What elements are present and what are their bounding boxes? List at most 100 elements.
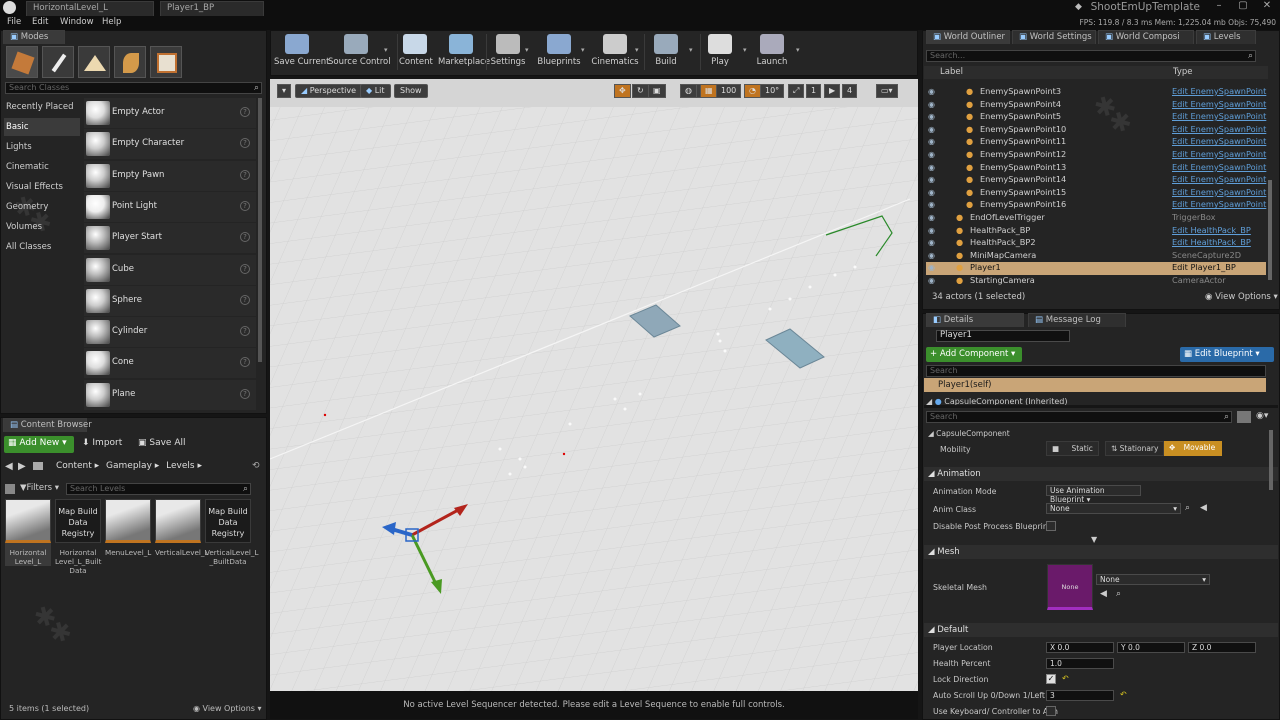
add-component-button[interactable]: + Add Component ▾ xyxy=(926,347,1022,362)
modes-scrollbar[interactable] xyxy=(258,98,262,362)
details-search-input[interactable]: Search ⌕ xyxy=(926,411,1232,423)
reset-default-icon[interactable]: ↶ xyxy=(1062,674,1069,683)
actor-type[interactable]: Edit HealthPack_BP xyxy=(1172,225,1251,235)
animation-section-header[interactable]: ◢ Animation xyxy=(924,467,1278,481)
reset-default-icon[interactable]: ↶ xyxy=(1120,690,1127,699)
landscape-mode-icon[interactable] xyxy=(78,46,110,78)
tab-world-composi[interactable]: ▣ World Composi xyxy=(1098,30,1194,44)
grid-snap-icon[interactable]: ▦ xyxy=(700,84,718,98)
dropdown-arrow-icon[interactable]: ▾ xyxy=(796,46,800,54)
paint-mode-icon[interactable] xyxy=(42,46,74,78)
toolbar-save-current-button[interactable]: Save Current xyxy=(274,34,330,70)
player-location-y[interactable]: Y 0.0 xyxy=(1117,642,1185,653)
mobility-movable[interactable]: ✥ Movable xyxy=(1164,441,1222,456)
outliner-row[interactable]: ◉ ● MiniMapCamera SceneCapture2D xyxy=(926,250,1266,263)
dropdown-arrow-icon[interactable]: ▾ xyxy=(581,46,585,54)
visibility-eye-icon[interactable]: ◉ xyxy=(928,163,935,172)
breadcrumb-content[interactable]: Content xyxy=(56,461,92,471)
tab-details[interactable]: ◧ Details xyxy=(926,313,1024,327)
scale-snap-value[interactable]: 1 xyxy=(806,84,822,98)
outliner-row[interactable]: ◉ ● EnemySpawnPoint12 Edit EnemySpawnPoint xyxy=(926,149,1266,162)
category-lights[interactable]: Lights xyxy=(4,138,80,156)
translate-tool-icon[interactable]: ✥ xyxy=(614,84,631,98)
visibility-eye-icon[interactable]: ◉ xyxy=(928,188,935,197)
category-recently-placed[interactable]: Recently Placed xyxy=(4,98,80,116)
dropdown-arrow-icon[interactable]: ▾ xyxy=(689,46,693,54)
tab-content-browser[interactable]: ▤ Content Browser xyxy=(3,418,92,432)
health-percent-field[interactable]: 1.0 xyxy=(1046,658,1114,669)
visibility-eye-icon[interactable]: ◉ xyxy=(928,137,935,146)
sources-toggle-icon[interactable] xyxy=(5,484,15,494)
outliner-row[interactable]: ◉ ● EnemySpawnPoint5 Edit EnemySpawnPoint xyxy=(926,111,1266,124)
visibility-eye-icon[interactable]: ◉▾ xyxy=(1256,411,1268,421)
asset-tile[interactable]: Map Build Data Registry Horizontal Level_… xyxy=(55,499,101,575)
asset-tile[interactable]: VerticalLevel_L xyxy=(155,499,208,557)
outliner-row[interactable]: ◉ ● EndOfLevelTrigger TriggerBox xyxy=(926,212,1266,225)
outliner-row[interactable]: ◉ ● EnemySpawnPoint3 Edit EnemySpawnPoint xyxy=(926,86,1266,99)
browse-icon[interactable]: ⌕ xyxy=(1185,503,1190,513)
search-levels-input[interactable]: Search Levels ⌕ xyxy=(66,483,251,495)
outliner-row[interactable]: ◉ ● EnemySpawnPoint16 Edit EnemySpawnPoint xyxy=(926,199,1266,212)
mobility-stationary[interactable]: ⇅ Stationary xyxy=(1105,441,1165,456)
outliner-row[interactable]: ◉ ● EnemySpawnPoint14 Edit EnemySpawnPoint xyxy=(926,174,1266,187)
category-geometry[interactable]: Geometry xyxy=(4,198,80,216)
help-icon[interactable]: ? xyxy=(240,169,250,180)
component-search-input[interactable]: Search xyxy=(926,365,1266,377)
folder-icon[interactable] xyxy=(33,462,43,470)
visibility-eye-icon[interactable]: ◉ xyxy=(928,200,935,209)
menu-window[interactable]: Window xyxy=(60,17,94,27)
placeable-sphere[interactable]: Sphere? xyxy=(84,285,256,316)
actor-type[interactable]: Edit EnemySpawnPoint xyxy=(1172,136,1266,146)
toolbar-settings-button[interactable]: Settings xyxy=(488,34,528,70)
tab-world-outliner[interactable]: ▣ World Outliner xyxy=(926,30,1010,44)
visibility-eye-icon[interactable]: ◉ xyxy=(928,112,935,121)
outliner-row[interactable]: ◉ ● HealthPack_BP Edit HealthPack_BP xyxy=(926,225,1266,238)
maximize-button[interactable]: ▢ xyxy=(1230,0,1256,14)
auto-scroll-field[interactable]: 3 xyxy=(1046,690,1114,701)
viewport-layout-icon[interactable]: ▭▾ xyxy=(876,84,898,98)
category-volumes[interactable]: Volumes xyxy=(4,218,80,236)
doc-tab-blueprint[interactable]: Player1_BP xyxy=(160,1,264,16)
component-player1-self[interactable]: Player1(self) xyxy=(924,378,1266,392)
viewport-options-button[interactable]: ▾ xyxy=(277,84,292,98)
placeable-empty-pawn[interactable]: Empty Pawn? xyxy=(84,160,256,191)
actor-type[interactable]: Edit EnemySpawnPoint xyxy=(1172,124,1266,134)
expand-advanced-icon[interactable]: ▼ xyxy=(1091,535,1097,544)
add-new-button[interactable]: ▦ Add New ▾ xyxy=(4,436,74,453)
help-icon[interactable]: ? xyxy=(240,138,250,149)
breadcrumb-gameplay[interactable]: Gameplay xyxy=(106,461,152,471)
toolbar-build-button[interactable]: Build xyxy=(649,34,683,70)
player-location-x[interactable]: X 0.0 xyxy=(1046,642,1114,653)
visibility-eye-icon[interactable]: ◉ xyxy=(928,150,935,159)
outliner-row[interactable]: ◉ ● EnemySpawnPoint11 Edit EnemySpawnPoint xyxy=(926,136,1266,149)
skeletal-mesh-dropdown[interactable]: None ▾ xyxy=(1096,574,1210,585)
menu-file[interactable]: File xyxy=(7,17,21,27)
toolbar-content-button[interactable]: Content xyxy=(399,34,433,70)
breadcrumb-levels[interactable]: Levels xyxy=(166,461,194,471)
tab-world-settings[interactable]: ▣ World Settings xyxy=(1012,30,1096,44)
details-scrollbar[interactable] xyxy=(1269,430,1273,490)
outliner-row[interactable]: ◉ ● HealthPack_BP2 Edit HealthPack_BP xyxy=(926,237,1266,250)
help-icon[interactable]: ? xyxy=(240,263,250,274)
actor-name-field[interactable]: Player1 xyxy=(936,330,1070,342)
toolbar-blueprints-button[interactable]: Blueprints xyxy=(536,34,582,70)
visibility-eye-icon[interactable]: ◉ xyxy=(928,276,935,285)
help-icon[interactable]: ? xyxy=(240,357,250,368)
foliage-mode-icon[interactable] xyxy=(114,46,146,78)
tab-modes[interactable]: ▣ Modes xyxy=(3,30,65,44)
menu-edit[interactable]: Edit xyxy=(32,17,48,27)
mesh-browse-icon[interactable]: ⌕ xyxy=(1116,589,1121,599)
camera-speed-value[interactable]: 4 xyxy=(842,84,858,98)
minimize-button[interactable]: – xyxy=(1206,0,1232,14)
actor-type[interactable]: Edit EnemySpawnPoint xyxy=(1172,99,1266,109)
actor-type[interactable]: Edit EnemySpawnPoint xyxy=(1172,199,1266,209)
place-mode-icon[interactable] xyxy=(6,46,38,78)
perspective-button[interactable]: ◢ Perspective xyxy=(295,84,363,98)
category-visual-effects[interactable]: Visual Effects xyxy=(4,178,80,196)
actor-type[interactable]: Edit EnemySpawnPoint xyxy=(1172,149,1266,159)
toolbar-source-control-button[interactable]: Source Control xyxy=(328,34,391,70)
source-control-icon[interactable]: ◆ xyxy=(1075,2,1082,12)
help-icon[interactable]: ? xyxy=(240,200,250,211)
actor-type[interactable]: Edit Player1_BP xyxy=(1172,262,1236,272)
anim-mode-dropdown[interactable]: Use Animation Blueprint ▾ xyxy=(1046,485,1141,504)
